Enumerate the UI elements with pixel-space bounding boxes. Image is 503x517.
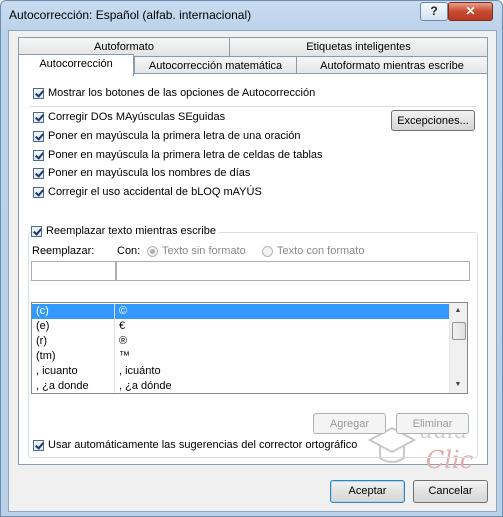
list-item-to: , ¿a dónde: [119, 380, 172, 392]
window-title: Autocorrección: Español (alfab. internac…: [9, 8, 252, 22]
list-item[interactable]: , ¿a donde , ¿a dónde: [32, 379, 452, 393]
checkbox-box[interactable]: [33, 439, 44, 451]
caps-lock-checkbox[interactable]: Corregir el uso accidental de bLOQ mAYÚS: [33, 185, 262, 199]
list-item[interactable]: (tm) ™: [32, 349, 452, 364]
checkbox-label: Poner en mayúscula los nombres de días: [48, 167, 251, 179]
list-item[interactable]: (c) ©: [32, 304, 452, 319]
list-item-from: , icuanto: [32, 364, 115, 379]
list-item[interactable]: , icuanto , icuánto: [32, 364, 452, 379]
exceptions-button[interactable]: Excepciones...: [391, 110, 475, 131]
help-button[interactable]: ?: [420, 2, 448, 21]
list-item[interactable]: (e) €: [32, 319, 452, 334]
checkbox-label: Poner en mayúscula la primera letra de c…: [48, 149, 323, 161]
list-item-to: ™: [119, 350, 130, 362]
checkbox-label: Usar automáticamente las sugerencias del…: [48, 439, 358, 451]
checkbox-box[interactable]: [33, 186, 44, 198]
checkbox-box[interactable]: [33, 111, 44, 123]
two-initial-capitals-checkbox[interactable]: Corregir DOs MAyúsculas SEguidas: [33, 110, 225, 124]
list-item-from: (r): [32, 334, 115, 349]
replacement-list[interactable]: (c) © (e) € (r) ® (tm) ™ , icuanto , icu…: [31, 302, 468, 394]
tab-label: Autocorrección matemática: [148, 60, 283, 72]
checkbox-box[interactable]: [31, 225, 42, 237]
tab-label: Autoformato mientras escribe: [320, 60, 464, 72]
tab-label: Autocorrección: [39, 58, 113, 70]
tab-autocorreccion[interactable]: Autocorrección: [18, 54, 134, 76]
scroll-thumb[interactable]: [452, 322, 466, 340]
list-item-from: (tm): [32, 349, 115, 364]
spelling-suggestions-checkbox[interactable]: Usar automáticamente las sugerencias del…: [33, 438, 357, 452]
checkbox-box[interactable]: [33, 149, 44, 161]
tab-label: Etiquetas inteligentes: [306, 41, 411, 53]
with-input[interactable]: [116, 261, 470, 281]
capitalize-table-cells-checkbox[interactable]: Poner en mayúscula la primera letra de c…: [33, 148, 323, 162]
checkbox-box[interactable]: [33, 167, 44, 179]
checkbox-label: Reemplazar texto mientras escribe: [46, 225, 216, 237]
list-item[interactable]: (r) ®: [32, 334, 452, 349]
replace-text-checkbox[interactable]: Reemplazar texto mientras escribe: [31, 224, 219, 238]
with-label: Con:: [117, 245, 141, 257]
list-item-to: €: [119, 320, 126, 332]
list-item-from: (c): [32, 304, 115, 319]
replace-label: Reemplazar:: [32, 245, 95, 257]
list-item-to: , icuánto: [119, 365, 161, 377]
checkbox-label: Corregir el uso accidental de bLOQ mAYÚS: [48, 186, 262, 198]
list-item-from: (e): [32, 319, 115, 334]
scroll-down-icon[interactable]: ▼: [450, 377, 466, 393]
ok-button[interactable]: Aceptar: [330, 480, 405, 503]
add-button[interactable]: Agregar: [313, 413, 386, 434]
capitalize-sentence-checkbox[interactable]: Poner en mayúscula la primera letra de u…: [33, 129, 301, 143]
cancel-button[interactable]: Cancelar: [413, 480, 488, 503]
list-item-to: ®: [119, 335, 128, 347]
tab-etiquetas-inteligentes[interactable]: Etiquetas inteligentes: [229, 37, 488, 56]
list-item-to: ©: [119, 305, 128, 317]
tab-label: Autoformato: [94, 41, 154, 53]
checkbox-label: Poner en mayúscula la primera letra de u…: [48, 130, 301, 142]
close-button[interactable]: ✕: [448, 2, 493, 21]
show-buttons-checkbox[interactable]: Mostrar los botones de las opciones de A…: [33, 86, 315, 100]
plain-text-radio[interactable]: Texto sin formato: [147, 244, 246, 258]
scroll-up-icon[interactable]: ▲: [450, 303, 466, 319]
formatted-text-radio[interactable]: Texto con formato: [262, 244, 364, 258]
title-bar[interactable]: Autocorrección: Español (alfab. internac…: [1, 1, 502, 29]
checkbox-label: Corregir DOs MAyúsculas SEguidas: [48, 111, 226, 123]
list-scrollbar[interactable]: ▲ ▼: [449, 303, 467, 393]
radio-label: Texto sin formato: [162, 245, 246, 257]
checkbox-label: Mostrar los botones de las opciones de A…: [48, 87, 316, 99]
delete-button[interactable]: Eliminar: [396, 413, 469, 434]
radio-label: Texto con formato: [277, 245, 365, 257]
list-item-from: , ¿a donde: [32, 379, 115, 393]
radio-button[interactable]: [147, 245, 158, 257]
checkbox-box[interactable]: [33, 130, 44, 142]
capitalize-day-names-checkbox[interactable]: Poner en mayúscula los nombres de días: [33, 166, 250, 180]
radio-button[interactable]: [262, 245, 273, 257]
separator: [30, 106, 476, 107]
replace-input[interactable]: [31, 261, 116, 281]
checkbox-box[interactable]: [33, 87, 44, 99]
